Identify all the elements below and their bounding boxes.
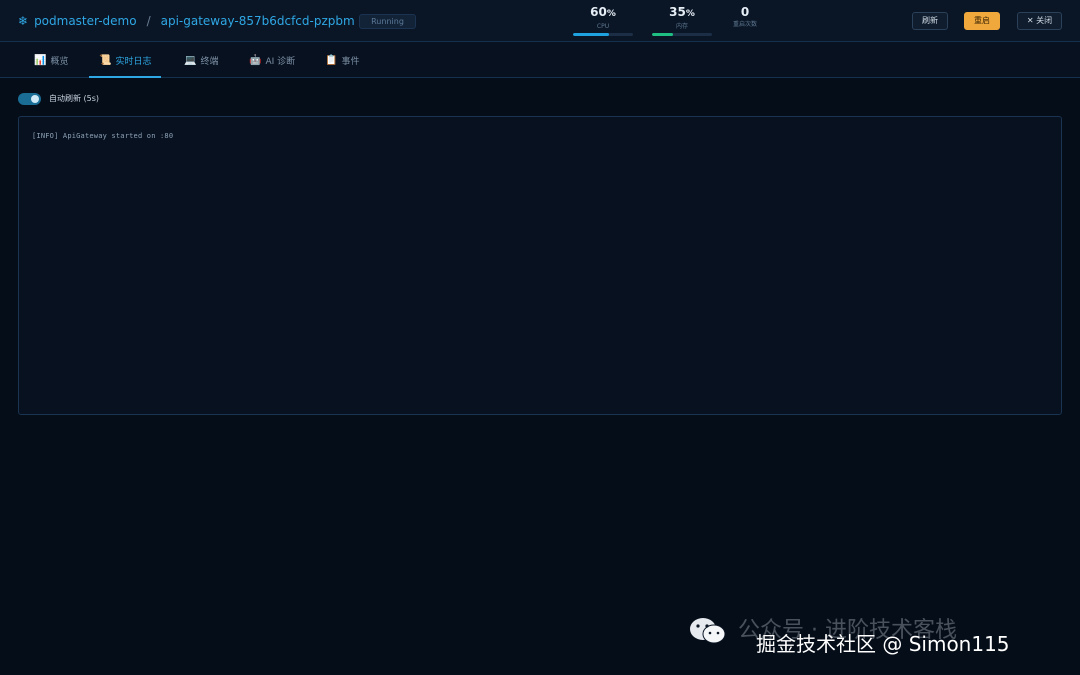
- scroll-icon: 📜: [99, 54, 112, 66]
- wechat-icon: [690, 618, 726, 644]
- cpu-progress-bar: [573, 33, 633, 36]
- tab-bar: 📊 概览 📜 实时日志 💻 终端 🤖 AI 诊断 📋 事件: [0, 42, 1080, 78]
- breadcrumb-pod: api-gateway-857b6dcfcd-pzpbm: [160, 14, 355, 28]
- memory-metric: 35% 内存: [652, 4, 712, 36]
- status-badge: Running: [359, 14, 416, 29]
- auto-refresh-label: 自动刷新 (5s): [49, 94, 100, 103]
- log-line: [INFO] ApiGateway started on :80: [32, 132, 174, 140]
- tab-events[interactable]: 📋 事件: [323, 42, 361, 78]
- kubernetes-icon: ❄: [18, 14, 29, 28]
- laptop-icon: 💻: [184, 54, 197, 66]
- toggle-knob: [31, 95, 39, 103]
- tab-overview[interactable]: 📊 概览: [32, 42, 70, 78]
- tab-ai-diagnosis[interactable]: 🤖 AI 诊断: [247, 42, 297, 78]
- tab-label: 终端: [200, 56, 219, 67]
- restart-count-value: 0: [740, 5, 750, 19]
- memory-progress-bar: [652, 33, 712, 36]
- restart-count-label: 重启次数: [732, 21, 757, 28]
- chart-icon: 📊: [34, 54, 47, 66]
- tab-label: AI 诊断: [265, 56, 296, 67]
- auto-refresh-toggle[interactable]: [18, 93, 41, 105]
- restart-button[interactable]: 重启: [964, 12, 1000, 30]
- watermark-author: 掘金技术社区 @ Simon115: [756, 632, 1010, 656]
- cpu-label: CPU: [596, 23, 610, 30]
- tab-label: 事件: [341, 56, 360, 67]
- tab-label: 概览: [50, 56, 69, 67]
- memory-label: 内存: [675, 23, 688, 30]
- breadcrumb: ❄ podmaster-demo / api-gateway-857b6dcfc…: [18, 13, 355, 29]
- restart-count-metric: 0 重启次数: [725, 4, 765, 29]
- breadcrumb-separator: /: [146, 14, 151, 28]
- tab-label: 实时日志: [115, 56, 152, 67]
- pod-header: ❄ podmaster-demo / api-gateway-857b6dcfc…: [0, 0, 1080, 42]
- cpu-value: 60%: [590, 5, 616, 19]
- memory-value: 35%: [669, 5, 695, 19]
- cpu-metric: 60% CPU: [573, 4, 633, 36]
- robot-icon: 🤖: [249, 54, 262, 66]
- tab-live-logs[interactable]: 📜 实时日志: [88, 42, 163, 78]
- tab-terminal[interactable]: 💻 终端: [182, 42, 220, 78]
- clipboard-icon: 📋: [325, 54, 338, 66]
- log-panel[interactable]: [INFO] ApiGateway started on :80: [18, 116, 1062, 415]
- refresh-button[interactable]: 刷新: [912, 12, 948, 30]
- breadcrumb-project[interactable]: podmaster-demo: [34, 14, 137, 28]
- close-button[interactable]: ✕ 关闭: [1017, 12, 1062, 30]
